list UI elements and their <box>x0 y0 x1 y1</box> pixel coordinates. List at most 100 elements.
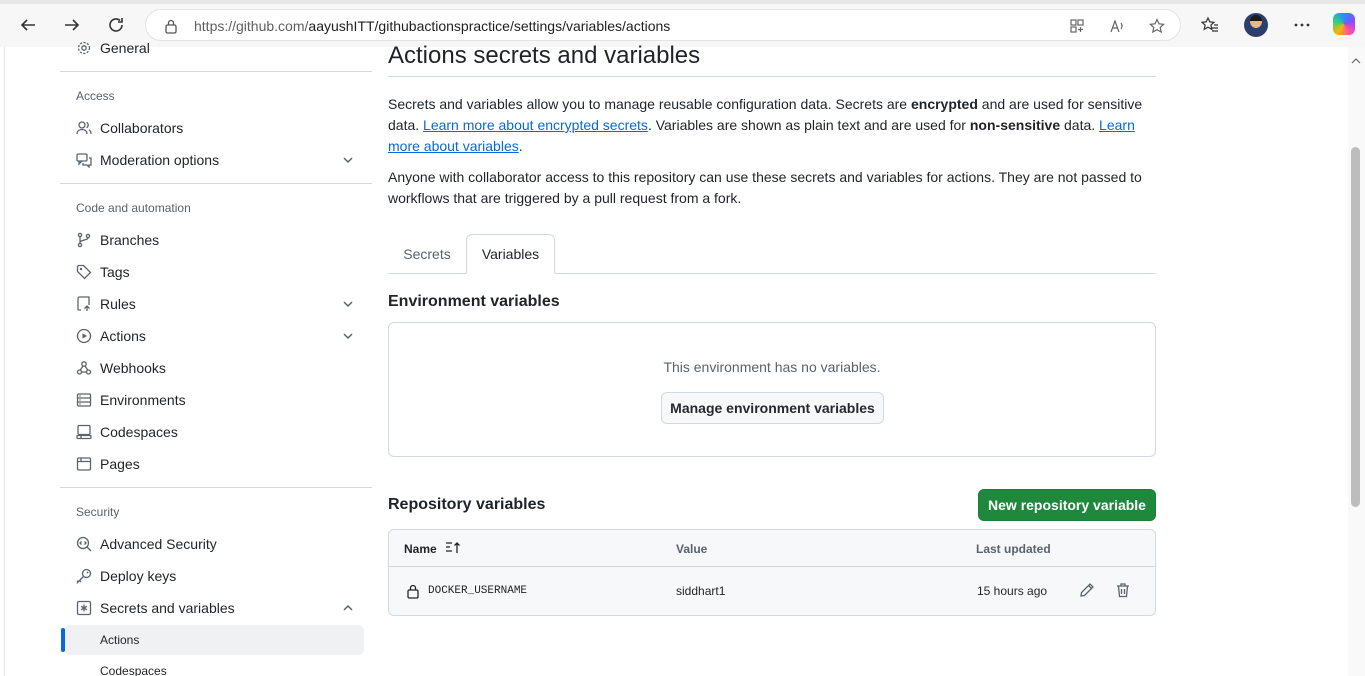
sidebar-item-label: Secrets and variables <box>100 600 235 616</box>
sidebar-item-webhooks[interactable]: Webhooks <box>60 353 372 383</box>
more-options-icon[interactable] <box>1289 12 1315 38</box>
intro-text: Secrets and variables allow you to manag… <box>388 96 911 112</box>
intro-bold-encrypted: encrypted <box>910 96 978 112</box>
url-path: aayushITT/githubactionspractice/settings… <box>308 18 671 34</box>
favorites-icon[interactable] <box>1197 12 1223 38</box>
sidebar-subitem-codespaces[interactable]: Codespaces <box>64 656 364 676</box>
copilot-icon[interactable] <box>1333 13 1355 35</box>
tab-variables[interactable]: Variables <box>466 234 555 274</box>
trash-icon[interactable] <box>1113 580 1133 600</box>
url-text[interactable]: https://github.com/aayushITT/githubactio… <box>194 18 670 34</box>
sidebar-item-environments[interactable]: Environments <box>60 385 372 415</box>
sidebar-item-branches[interactable]: Branches <box>60 225 372 255</box>
table-row: DOCKER_USERNAME siddhart1 15 hours ago <box>389 567 1155 615</box>
sidebar-item-label: General <box>100 40 150 56</box>
sidebar-item-actions[interactable]: Actions <box>60 321 372 351</box>
sidebar-divider <box>60 71 372 72</box>
manage-environment-variables-button[interactable]: Manage environment variables <box>661 392 884 424</box>
favorite-star-icon[interactable] <box>1148 17 1166 35</box>
sidebar-item-secrets-and-variables[interactable]: Secrets and variables <box>60 593 372 623</box>
sidebar-subitem-label: Codespaces <box>100 664 167 676</box>
column-header-label: Name <box>404 542 437 556</box>
sidebar-item-advanced-security[interactable]: Advanced Security <box>60 529 372 559</box>
intro-text: . Variables are shown as plain text and … <box>647 117 970 133</box>
profile-avatar[interactable] <box>1244 13 1268 37</box>
sidebar-divider <box>60 183 372 184</box>
new-repository-variable-button[interactable]: New repository variable <box>978 489 1156 521</box>
chevron-up-icon[interactable] <box>340 600 356 616</box>
sidebar-item-codespaces[interactable]: Codespaces <box>60 417 372 447</box>
active-item-indicator <box>61 628 65 652</box>
sidebar-item-tags[interactable]: Tags <box>60 257 372 287</box>
learn-more-secrets-link[interactable]: Learn more about encrypted secrets <box>423 117 648 133</box>
sidebar-item-label: Branches <box>100 232 160 248</box>
gear-icon <box>76 40 92 56</box>
sidebar-subitem-label: Actions <box>100 633 140 647</box>
sidebar-item-general[interactable]: General <box>60 33 372 63</box>
sort-ascending-icon[interactable] <box>445 541 461 560</box>
app-available-icon[interactable] <box>1068 17 1086 35</box>
browser-icon <box>76 456 92 472</box>
sidebar-item-moderation[interactable]: Moderation options <box>60 145 372 175</box>
pencil-icon[interactable] <box>1077 580 1097 600</box>
read-aloud-icon[interactable] <box>1108 17 1126 35</box>
sidebar-item-label: Codespaces <box>100 424 178 440</box>
sidebar-item-label: Webhooks <box>100 360 166 376</box>
play-icon <box>76 328 92 344</box>
key-asterisk-icon <box>76 600 92 616</box>
variable-value: siddhart1 <box>676 584 726 598</box>
chevron-down-icon[interactable] <box>340 328 356 344</box>
sidebar-item-rules[interactable]: Rules <box>60 289 372 319</box>
scroll-up-icon[interactable] <box>1351 52 1361 64</box>
back-icon[interactable] <box>13 10 43 40</box>
intro-bold-non-sensitive: non-sensitive <box>969 117 1061 133</box>
comment-discussion-icon <box>76 152 92 168</box>
intro-paragraph: Secrets and variables allow you to manag… <box>388 94 1156 157</box>
sidebar-item-label: Collaborators <box>100 120 184 136</box>
sidebar-heading-code: Code and automation <box>76 201 191 215</box>
sidebar-divider <box>60 487 372 488</box>
tab-secrets[interactable]: Secrets <box>388 234 466 274</box>
lock-icon <box>406 583 420 604</box>
repository-variables-heading: Repository variables <box>388 496 546 513</box>
sidebar-item-label: Environments <box>100 392 186 408</box>
variable-last-updated: 15 hours ago <box>977 584 1048 598</box>
sidebar-item-label: Pages <box>100 456 140 472</box>
url-host: https://github.com/ <box>194 18 309 34</box>
server-icon <box>76 392 92 408</box>
sidebar-item-deploy-keys[interactable]: Deploy keys <box>60 561 372 591</box>
page-title: Actions secrets and variables <box>388 42 701 69</box>
column-header-value: Value <box>676 542 708 556</box>
tab-strip <box>0 0 1365 4</box>
tag-icon <box>76 264 92 280</box>
access-note: Anyone with collaborator access to this … <box>388 169 1142 206</box>
column-header-name[interactable]: Name <box>404 542 437 556</box>
intro-text: . <box>518 138 523 154</box>
sidebar-item-label: Tags <box>100 264 130 280</box>
sidebar-item-label: Moderation options <box>100 152 220 168</box>
repo-push-icon <box>76 296 92 312</box>
sidebar-item-pages[interactable]: Pages <box>60 449 372 479</box>
column-header-last-updated: Last updated <box>976 542 1051 556</box>
sidebar-item-label: Rules <box>100 296 136 312</box>
git-branch-icon <box>76 232 92 248</box>
empty-state-text: This environment has no variables. <box>663 359 881 375</box>
environment-variables-box: This environment has no variables. Manag… <box>388 322 1156 457</box>
codespaces-icon <box>76 424 92 440</box>
scrollbar-thumb[interactable] <box>1351 147 1360 507</box>
variables-table: Name Value Last updated DOCKER_USERNAME … <box>388 529 1156 616</box>
title-divider <box>388 76 1156 77</box>
window-edge <box>4 47 5 676</box>
sidebar-heading-access: Access <box>76 89 115 103</box>
sidebar-item-collaborators[interactable]: Collaborators <box>60 113 372 143</box>
variable-name: DOCKER_USERNAME <box>428 585 528 597</box>
table-header: Name Value Last updated <box>389 530 1155 567</box>
environment-variables-heading: Environment variables <box>388 293 560 310</box>
chevron-down-icon[interactable] <box>340 152 356 168</box>
people-icon <box>76 120 92 136</box>
intro-text: data. <box>1060 117 1100 133</box>
chevron-down-icon[interactable] <box>340 296 356 312</box>
sidebar-subitem-actions[interactable]: Actions <box>64 625 364 655</box>
sidebar-item-label: Actions <box>100 328 146 344</box>
key-icon <box>76 568 92 584</box>
